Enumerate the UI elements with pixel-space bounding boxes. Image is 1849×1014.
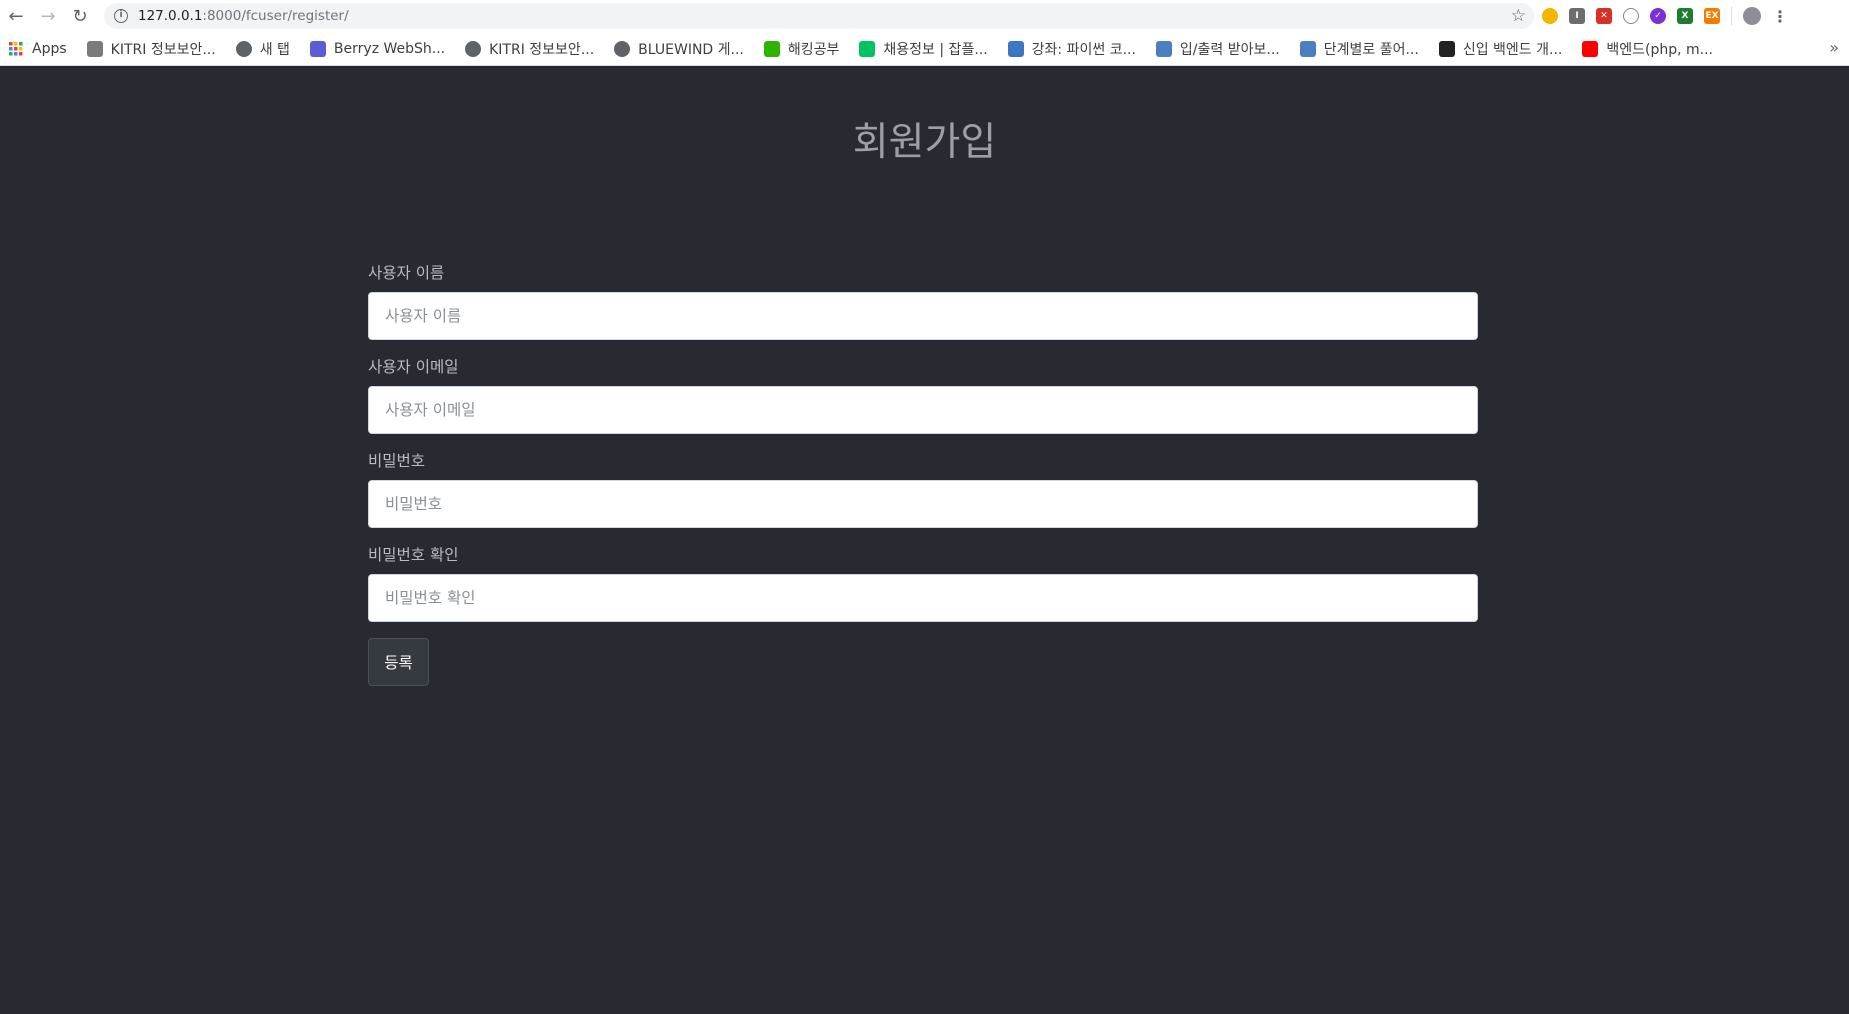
bookmark-item[interactable]: KITRI 정보보안... <box>465 39 594 59</box>
bookmark-label: KITRI 정보보안... <box>110 41 216 58</box>
bookmark-label: 새 탭 <box>259 41 290 58</box>
register-submit-button[interactable]: 등록 <box>368 638 429 686</box>
cookie-extension-icon[interactable] <box>1542 8 1558 24</box>
kitri-icon <box>86 40 103 57</box>
username-input[interactable] <box>368 292 1478 340</box>
bookmark-item[interactable]: 백엔드(php, m... <box>1582 39 1713 59</box>
jobplanet-icon <box>859 40 876 57</box>
bookmark-label: KITRI 정보보안... <box>489 41 595 58</box>
bookmark-item[interactable]: 해킹공부 <box>763 39 840 59</box>
sheets-extension-icon[interactable]: X <box>1677 8 1693 24</box>
bookmark-item[interactable]: 신입 백엔드 개... <box>1438 39 1563 59</box>
email-input[interactable] <box>368 386 1478 434</box>
bookmark-item[interactable]: 강좌: 파이썬 코... <box>1007 39 1136 59</box>
ex-extension-icon[interactable]: EX <box>1704 8 1720 24</box>
bookmark-label: 신입 백엔드 개... <box>1462 41 1563 58</box>
password-label: 비밀번호 <box>368 452 426 470</box>
globe-icon <box>235 40 252 57</box>
back-arrow-icon[interactable]: ← <box>0 0 32 32</box>
bookmark-item[interactable]: Apps <box>8 41 67 57</box>
bookmark-label: 단계별로 풀어... <box>1323 41 1419 58</box>
bookmark-label: Berryz WebSh... <box>333 40 446 57</box>
bookmark-star-icon[interactable]: ☆ <box>1511 6 1526 26</box>
register-form: 사용자 이름 사용자 이메일 비밀번호 비밀번호 확인 등록 <box>368 264 1478 686</box>
email-group: 사용자 이메일 <box>368 358 1478 434</box>
page-title: 회원가입 <box>852 120 997 165</box>
globe-icon <box>614 40 631 57</box>
browser-toolbar: ← → ↻ i 127.0.0.1:8000/fcuser/register/ … <box>0 0 1849 32</box>
code-icon <box>1155 40 1172 57</box>
reload-icon[interactable]: ↻ <box>64 0 96 32</box>
check-extension-icon[interactable]: ✓ <box>1650 8 1666 24</box>
bookmark-label: Apps <box>32 40 67 57</box>
browser-menu-icon[interactable]: ⋮ <box>1772 7 1788 26</box>
bookmark-label: 강좌: 파이썬 코... <box>1031 41 1136 58</box>
instapaper-extension-icon[interactable]: I <box>1569 8 1585 24</box>
password-group: 비밀번호 <box>368 452 1478 528</box>
bookmark-label: 백엔드(php, m... <box>1606 41 1713 58</box>
berryz-icon <box>309 40 326 57</box>
email-label: 사용자 이메일 <box>368 358 459 376</box>
bookmark-label: 해킹공부 <box>787 41 840 58</box>
password-confirm-group: 비밀번호 확인 <box>368 546 1478 622</box>
password-input[interactable] <box>368 480 1478 528</box>
bookmark-item[interactable]: 입/출력 받아보... <box>1155 39 1280 59</box>
bookmarks-bar: Apps KITRI 정보보안... 새 탭 Berryz WebSh... KITRI… <box>0 32 1849 66</box>
password-confirm-input[interactable] <box>368 574 1478 622</box>
bookmark-item[interactable]: 채용정보 | 잡플... <box>859 39 988 59</box>
url-path: :8000/fcuser/register/ <box>202 8 349 24</box>
forward-arrow-icon[interactable]: → <box>32 0 64 32</box>
bookmark-item[interactable]: BLUEWIND 게... <box>614 39 744 59</box>
tistory-icon <box>1438 40 1455 57</box>
url-host: 127.0.0.1 <box>138 8 203 24</box>
extensions-bar: I ✕ ✓ X EX ⋮ <box>1542 0 1788 32</box>
bookmark-label: 채용정보 | 잡플... <box>883 41 988 58</box>
naver-blog-icon <box>763 40 780 57</box>
username-label: 사용자 이름 <box>368 264 445 282</box>
bookmark-item[interactable]: Berryz WebSh... <box>309 40 446 57</box>
block-extension-icon[interactable] <box>1623 8 1639 24</box>
globe-icon <box>465 40 482 57</box>
address-bar[interactable]: i 127.0.0.1:8000/fcuser/register/ ☆ <box>104 3 1534 29</box>
site-info-icon[interactable]: i <box>114 9 128 23</box>
apps-grid-icon <box>8 41 24 57</box>
youtube-icon <box>1582 40 1599 57</box>
bookmarks-overflow-icon[interactable]: » <box>1829 38 1839 57</box>
page-content: 회원가입 사용자 이름 사용자 이메일 비밀번호 비밀번호 확인 등록 <box>0 67 1849 1014</box>
profile-avatar-icon[interactable] <box>1743 7 1761 25</box>
password-confirm-label: 비밀번호 확인 <box>368 546 459 564</box>
bookmark-label: 입/출력 받아보... <box>1179 41 1280 58</box>
bookmark-item[interactable]: KITRI 정보보안... <box>86 39 216 59</box>
bookmark-item[interactable]: 새 탭 <box>235 39 290 59</box>
bookmark-label: BLUEWIND 게... <box>638 41 744 58</box>
wikidocs-icon <box>1007 40 1024 57</box>
username-group: 사용자 이름 <box>368 264 1478 340</box>
code-icon <box>1299 40 1316 57</box>
shield-extension-icon[interactable]: ✕ <box>1596 8 1612 24</box>
toolbar-divider <box>1731 7 1732 25</box>
bookmark-item[interactable]: 단계별로 풀어... <box>1299 39 1419 59</box>
